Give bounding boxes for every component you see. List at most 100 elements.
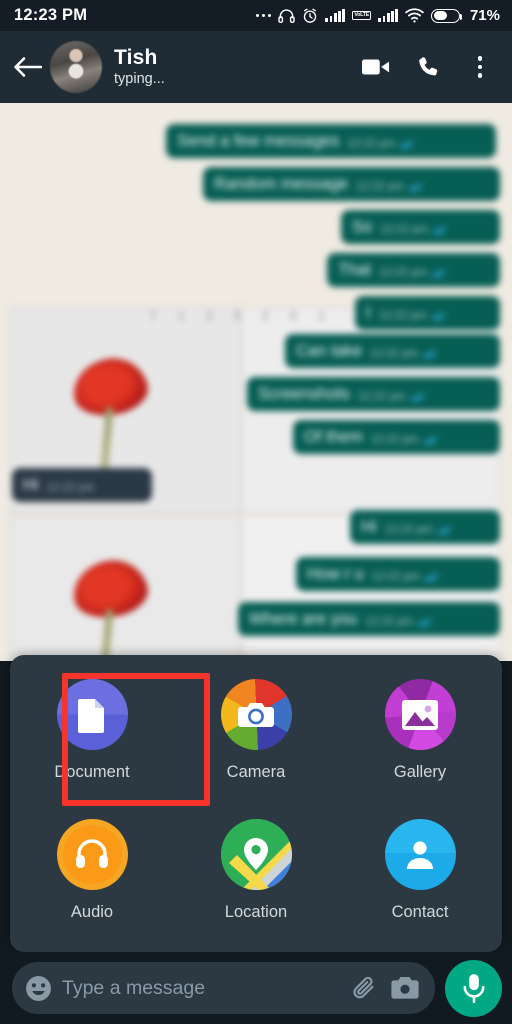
message-meta: 12:22 pm [380, 223, 448, 237]
message-bubble[interactable]: Can take 12:22 pm [285, 334, 500, 368]
message-meta: 12:22 pm [356, 180, 423, 194]
message-bubble[interactable]: That 12:22 pm [327, 253, 500, 287]
message-bubble[interactable]: Send a few messages 12:22 pm [166, 124, 496, 158]
attachment-document-label: Document [54, 763, 130, 781]
attachment-panel[interactable]: Document Camera Gallery Audio Location C… [10, 655, 502, 952]
page-title: Tish [114, 46, 158, 69]
attachment-audio[interactable]: Audio [10, 813, 174, 953]
message-meta: 12:22 pm [347, 137, 415, 151]
message-time: 12:22 pm [384, 524, 433, 536]
attachment-camera[interactable]: Camera [174, 673, 338, 813]
message-text: That [338, 261, 372, 279]
chat-header: Tish typing... [0, 31, 512, 103]
chat-blurred-content: 7 1 2 5 2 0 1 Send a few messages 12:22 p… [0, 103, 512, 661]
chat-message-list[interactable]: 7 1 2 5 2 0 1 Send a few messages 12:22 p… [0, 103, 512, 661]
person-icon[interactable] [384, 818, 456, 890]
paperclip-icon[interactable] [351, 974, 380, 1003]
message-text: So [352, 218, 373, 236]
attachment-audio-label: Audio [70, 902, 114, 921]
back-arrow-icon[interactable] [8, 47, 48, 87]
message-meta: 12:22 pm [358, 390, 425, 404]
attachment-document[interactable]: Document [10, 673, 174, 813]
document-icon[interactable] [56, 679, 128, 750]
message-text: Can take [296, 342, 363, 360]
message-bubble[interactable]: Screenshots 12:22 pm [247, 377, 500, 411]
message-text: Random message [214, 175, 348, 193]
microphone-icon[interactable] [445, 959, 502, 1017]
message-bubble[interactable]: Hi 12:22 pm [350, 510, 500, 544]
headphones-icon[interactable] [56, 818, 128, 890]
headphones-icon [278, 8, 296, 23]
attachment-camera-label: Camera [226, 763, 286, 781]
message-bubble[interactable]: Random message 12:22 pm [203, 167, 500, 201]
message-input-bar: Type a message [0, 952, 512, 1024]
message-meta: 12:22 pm [47, 481, 95, 495]
header-text-block[interactable]: Tish typing... [114, 45, 362, 89]
status-bar: 12:23 PM Vo LTE 71% [0, 0, 512, 31]
message-bubble[interactable]: I 12:22 pm [355, 296, 500, 330]
wifi-icon [405, 8, 424, 23]
overflow-dots-icon [255, 13, 272, 18]
message-meta: 12:22 pm [365, 615, 433, 629]
message-text: I [366, 304, 371, 322]
video-call-icon[interactable] [362, 53, 390, 81]
message-time: 12:22 pm [365, 616, 414, 628]
attachment-location-label: Location [224, 902, 288, 921]
message-bubble[interactable]: How r u 12:22 pm [296, 557, 500, 591]
map-pin-icon[interactable] [220, 818, 292, 890]
attachment-gallery[interactable]: Gallery [338, 673, 502, 813]
message-text: Of them [304, 428, 363, 446]
message-time: 12:22 pm [370, 348, 418, 360]
message-bubble[interactable]: Hi 12:22 pm [12, 468, 152, 502]
attachment-gallery-label: Gallery [393, 763, 447, 781]
message-time: 12:22 pm [380, 224, 429, 236]
contact-status-text: typing... [114, 71, 165, 87]
message-bubble[interactable]: Of them 12:22 pm [293, 420, 500, 454]
battery-percent-label: 71% [469, 7, 500, 24]
message-time: 12:22 pm [379, 267, 427, 279]
battery-icon [430, 8, 463, 23]
whatsapp-chat-screen: 12:23 PM Vo LTE 71% Tish typing... 7 1 2… [0, 0, 512, 1024]
alarm-icon [302, 8, 318, 24]
avatar[interactable] [50, 41, 102, 93]
message-bubble[interactable]: Where are you 12:22 pm [238, 602, 500, 636]
attachment-grid: Document Camera Gallery Audio Location C… [10, 655, 502, 952]
message-time: 12:22 pm [347, 138, 396, 150]
attachment-contact[interactable]: Contact [338, 813, 502, 953]
message-text: Hi [361, 518, 377, 536]
message-bubble[interactable]: So 12:22 pm [341, 210, 500, 244]
camera-icon[interactable] [220, 679, 292, 750]
gallery-icon[interactable] [384, 679, 456, 750]
message-meta: 12:22 pm [379, 309, 446, 323]
message-meta: 12:22 pm [370, 347, 437, 361]
overflow-menu-icon[interactable] [466, 53, 494, 81]
message-meta: 12:22 pm [371, 433, 438, 447]
message-input-pill[interactable]: Type a message [12, 962, 435, 1014]
message-input-placeholder[interactable]: Type a message [62, 977, 341, 1000]
message-time: 12:22 pm [46, 482, 95, 494]
message-text: Hi [23, 476, 39, 494]
message-text: Where are you [249, 610, 358, 628]
message-time: 12:22 pm [355, 181, 404, 193]
chat-photo-tile [10, 515, 240, 661]
signal-bars-icon [325, 9, 345, 22]
emoji-smiley-icon[interactable] [24, 974, 52, 1002]
message-time: 12:22 pm [371, 571, 420, 583]
signal-bars-2-icon [378, 9, 398, 22]
camera-icon[interactable] [390, 974, 419, 1003]
message-time: 12:22 pm [378, 310, 427, 322]
attachment-contact-label: Contact [391, 902, 449, 921]
attachment-location[interactable]: Location [174, 813, 338, 953]
volte-icon: Vo LTE [351, 10, 372, 21]
status-bar-icons: Vo LTE 71% [255, 7, 500, 24]
status-bar-clock: 12:23 PM [14, 6, 88, 24]
chat-date-divider: 7 1 2 5 2 0 1 [150, 309, 334, 323]
header-actions [362, 53, 498, 81]
message-meta: 12:22 pm [379, 266, 446, 280]
message-text: How r u [307, 565, 364, 583]
message-time: 12:22 pm [370, 434, 419, 446]
message-meta: 12:22 pm [385, 523, 452, 537]
message-meta: 12:22 pm [372, 570, 439, 584]
phone-call-icon[interactable] [414, 53, 442, 81]
message-text: Screenshots [258, 385, 350, 403]
